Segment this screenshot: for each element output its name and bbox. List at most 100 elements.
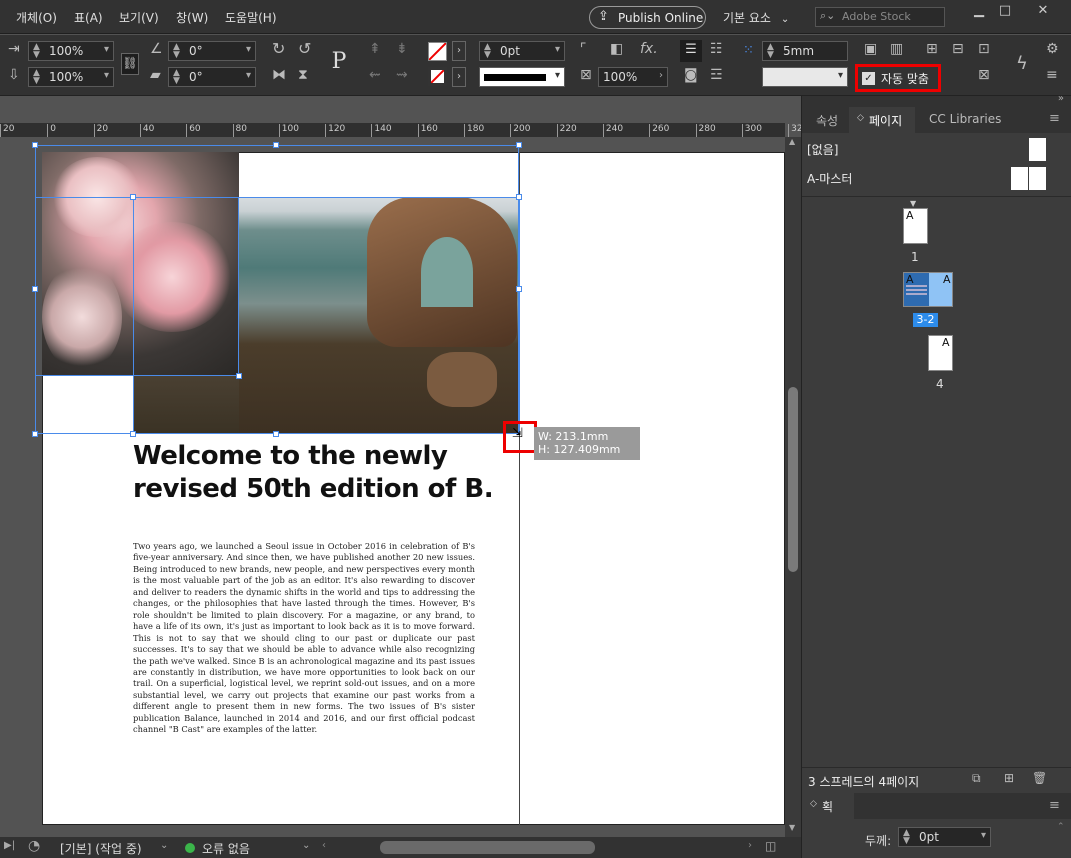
maximize-icon[interactable]: □ bbox=[988, 0, 1022, 22]
resize-handle[interactable] bbox=[32, 142, 38, 148]
master-none-thumb[interactable] bbox=[1029, 138, 1046, 161]
page-4-thumb[interactable]: A bbox=[928, 335, 953, 371]
menu-object[interactable]: 개체(O) bbox=[16, 9, 57, 26]
gap-field[interactable]: ▲ ▼ 5mm bbox=[762, 41, 848, 61]
reference-point-icon[interactable]: P bbox=[325, 49, 353, 77]
scroll-up-icon[interactable]: ▲ bbox=[789, 137, 795, 146]
stroke-thickness-field[interactable]: ▲ ▼ 0pt ▾ bbox=[898, 827, 991, 847]
lightning-icon[interactable]: ϟ bbox=[1016, 53, 1028, 74]
master-a-right-thumb[interactable] bbox=[1029, 167, 1046, 190]
corner-options-icon[interactable]: ⌜ bbox=[580, 41, 587, 57]
vertical-scrollbar[interactable]: ▲ ▼ bbox=[785, 137, 801, 837]
scroll-down-icon[interactable]: ▼ bbox=[789, 823, 795, 832]
align-center-icon[interactable]: ☷ bbox=[710, 41, 723, 57]
select-next-icon[interactable]: ⇝ bbox=[396, 67, 408, 83]
chevron-down-icon[interactable]: ⌄ bbox=[302, 840, 310, 851]
close-icon[interactable]: ✕ bbox=[1026, 0, 1060, 22]
shear-field[interactable]: ▲ ▼ 0° ▾ bbox=[168, 67, 256, 87]
menu-window[interactable]: 창(W) bbox=[176, 9, 208, 26]
split-view-icon[interactable]: ◫ bbox=[765, 839, 776, 853]
horizontal-ruler[interactable]: 20 0 20 40 60 80 100 120 140 160 180 200 220 240 260 28… bbox=[0, 123, 808, 137]
fill-frame-proportionally-icon[interactable]: ⊟ bbox=[952, 41, 964, 57]
resize-handle[interactable] bbox=[516, 142, 522, 148]
panel-collapse-bar[interactable]: » bbox=[802, 93, 1071, 107]
menu-view[interactable]: 보기(V) bbox=[119, 9, 159, 26]
select-previous-icon[interactable]: ⇜ bbox=[369, 67, 381, 83]
frame-style-dropdown[interactable]: ▾ bbox=[762, 67, 848, 87]
resize-handle[interactable] bbox=[130, 194, 136, 200]
panel-menu-icon[interactable]: ≡ bbox=[1049, 798, 1060, 813]
constrain-link-icon[interactable]: ⛓ bbox=[121, 53, 139, 75]
panel-menu-icon[interactable]: ≡ bbox=[1046, 67, 1058, 83]
master-a-left-thumb[interactable] bbox=[1011, 167, 1028, 190]
scroll-up-icon[interactable]: ⌃ bbox=[1057, 822, 1065, 832]
new-page-icon[interactable]: ⊞ bbox=[1004, 771, 1014, 785]
tab-pages[interactable]: 페이지 bbox=[869, 112, 902, 129]
flip-horizontal-icon[interactable]: ⧓ bbox=[272, 67, 286, 83]
publish-online-button[interactable]: ⇪ Publish Online bbox=[589, 6, 706, 29]
resize-handle[interactable] bbox=[273, 142, 279, 148]
workspace-switcher[interactable]: 기본 요소 ⌄ bbox=[723, 9, 789, 26]
select-container-icon[interactable]: ⇞ bbox=[369, 41, 381, 57]
stroke-tab[interactable]: ◇ 획 bbox=[802, 793, 854, 819]
tab-cc-libraries[interactable]: CC Libraries bbox=[929, 107, 1001, 133]
spread-3-2-thumb[interactable]: A A bbox=[903, 272, 953, 307]
stroke-menu-icon[interactable]: › bbox=[452, 67, 466, 87]
rotate-cw-icon[interactable]: ↻ bbox=[272, 39, 285, 58]
scroll-left-icon[interactable]: ‹ bbox=[322, 840, 326, 851]
rotate-ccw-icon[interactable]: ↺ bbox=[298, 39, 311, 58]
article-body[interactable]: Two years ago, we launched a Seoul issue… bbox=[133, 541, 475, 736]
fit-content-to-frame-icon[interactable]: ▣ bbox=[864, 41, 877, 57]
align-top-icon[interactable]: ☰ bbox=[680, 40, 702, 62]
preflight-profile[interactable]: [기본] (작업 중) bbox=[60, 840, 142, 857]
rotation-field[interactable]: ▲ ▼ 0° ▾ bbox=[168, 41, 256, 61]
resize-handle[interactable] bbox=[516, 286, 522, 292]
chevron-down-icon[interactable]: ⌄ bbox=[160, 840, 168, 851]
fit-content-proportionally-icon[interactable]: ⊡ bbox=[978, 41, 990, 57]
scale-y-field[interactable]: ▲ ▼ 100% ▾ bbox=[28, 67, 114, 87]
content-aware-fit-icon[interactable]: ⊠ bbox=[978, 67, 990, 83]
page-size-icon[interactable]: ⧉ bbox=[972, 771, 981, 786]
page-nav-icon[interactable]: ▶| bbox=[4, 840, 15, 851]
resize-handle[interactable] bbox=[32, 286, 38, 292]
tab-pages-active[interactable]: ◇ 페이지 bbox=[849, 107, 915, 133]
selection-frame-peony[interactable] bbox=[35, 197, 239, 376]
horizontal-scroll-thumb[interactable] bbox=[380, 841, 595, 854]
text-wrap-icon[interactable]: ◙ bbox=[684, 67, 698, 83]
center-content-icon[interactable]: ⊞ bbox=[926, 41, 938, 57]
master-none[interactable]: [없음] bbox=[807, 141, 838, 158]
scale-x-field[interactable]: ▲ ▼ 100% ▾ bbox=[28, 41, 114, 61]
drop-shadow-icon[interactable]: ◧ bbox=[610, 41, 623, 57]
resize-handle[interactable] bbox=[273, 431, 279, 437]
resize-handle[interactable] bbox=[236, 373, 242, 379]
adobe-stock-search[interactable]: ⌕⌄ Adobe Stock bbox=[815, 7, 945, 27]
gear-icon[interactable]: ⚙ bbox=[1046, 41, 1059, 57]
fill-menu-icon[interactable]: › bbox=[452, 41, 466, 61]
article-headline[interactable]: Welcome to the newly revised 50th editio… bbox=[133, 440, 513, 506]
select-content-icon[interactable]: ⇟ bbox=[396, 41, 408, 57]
resize-handle[interactable] bbox=[516, 194, 522, 200]
stroke-weight-field[interactable]: ▲ ▼ 0pt ▾ bbox=[479, 41, 565, 61]
fill-swatch-icon[interactable] bbox=[428, 42, 447, 61]
stroke-swatch-icon[interactable] bbox=[428, 67, 447, 86]
flip-vertical-icon[interactable]: ⧗ bbox=[298, 67, 308, 83]
scroll-thumb[interactable] bbox=[788, 387, 798, 572]
collapse-icon[interactable]: » bbox=[1058, 93, 1064, 104]
resize-handle[interactable] bbox=[130, 431, 136, 437]
effects-icon[interactable]: fx. bbox=[640, 41, 658, 57]
panel-menu-icon[interactable]: ≡ bbox=[1049, 111, 1060, 126]
menu-table[interactable]: 표(A) bbox=[74, 9, 103, 26]
trash-icon[interactable]: 🗑 bbox=[1032, 771, 1047, 785]
scroll-right-icon[interactable]: › bbox=[748, 840, 752, 851]
preflight-icon[interactable]: ◔ bbox=[28, 838, 40, 854]
resize-handle[interactable] bbox=[32, 431, 38, 437]
opacity-field[interactable]: 100% › bbox=[598, 67, 668, 87]
auto-fit-checkbox[interactable]: ✓ 자동 맞춤 bbox=[862, 69, 929, 87]
fit-frame-to-content-icon[interactable]: ▥ bbox=[890, 41, 903, 57]
menu-help[interactable]: 도움말(H) bbox=[225, 9, 277, 26]
master-a[interactable]: A-마스터 bbox=[807, 170, 852, 187]
align-bottom-icon[interactable]: ☲ bbox=[710, 67, 723, 83]
page-1-thumb[interactable]: A bbox=[903, 208, 928, 244]
checkbox-check-icon[interactable]: ✓ bbox=[862, 71, 875, 85]
tab-properties[interactable]: 속성 bbox=[816, 107, 838, 133]
